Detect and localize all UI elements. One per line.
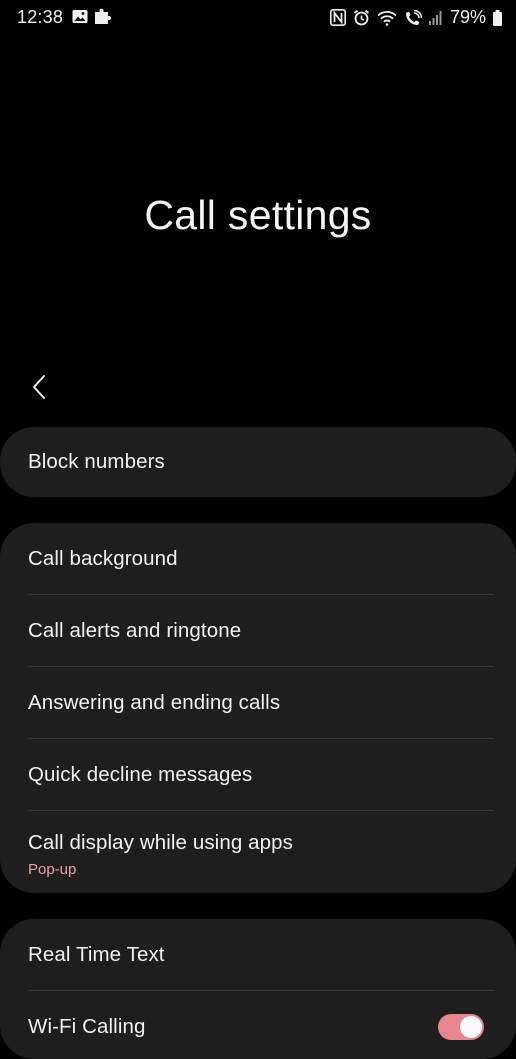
settings-group-extra: Real Time Text Wi-Fi Calling [0, 919, 516, 1059]
status-left-icons [72, 7, 111, 25]
status-bar: 12:38 79% [0, 0, 516, 34]
status-right-icons: 79% [329, 7, 502, 28]
setting-item-real-time-text[interactable]: Real Time Text [0, 919, 516, 990]
page-title: Call settings [144, 192, 372, 238]
setting-item-label: Quick decline messages [28, 762, 253, 786]
battery-icon [493, 9, 502, 26]
setting-item-call-background[interactable]: Call background [0, 523, 516, 594]
wifi-calling-toggle[interactable] [438, 1013, 484, 1040]
setting-item-call-display[interactable]: Call display while using apps Pop-up [0, 811, 516, 893]
setting-item-call-alerts[interactable]: Call alerts and ringtone [0, 595, 516, 666]
nfc-icon [329, 9, 346, 26]
status-time: 12:38 [17, 7, 64, 27]
puzzle-icon [94, 7, 111, 25]
settings-group-call: Call background Call alerts and ringtone… [0, 523, 516, 893]
setting-item-label: Call display while using apps [28, 830, 293, 854]
setting-item-label: Call background [28, 546, 178, 570]
setting-item-label: Block numbers [28, 450, 165, 473]
setting-item-label: Real Time Text [28, 942, 165, 966]
toggle-knob [460, 1015, 482, 1038]
setting-item-quick-decline[interactable]: Quick decline messages [0, 739, 516, 810]
chevron-left-icon [31, 373, 47, 401]
setting-item-block-numbers[interactable]: Block numbers [0, 427, 516, 497]
alarm-icon [353, 9, 370, 26]
gallery-icon [72, 9, 88, 24]
setting-item-label: Answering and ending calls [28, 690, 281, 714]
wifi-icon [377, 10, 397, 26]
battery-percent: 79% [449, 7, 486, 27]
setting-item-wifi-calling[interactable]: Wi-Fi Calling [0, 991, 516, 1059]
setting-item-answering-ending[interactable]: Answering and ending calls [0, 667, 516, 738]
setting-item-label: Call alerts and ringtone [28, 618, 242, 642]
back-button[interactable] [22, 368, 56, 406]
setting-item-subtitle: Pop-up [28, 860, 77, 878]
settings-group-block: Block numbers [0, 427, 516, 497]
signal-icon [428, 10, 443, 25]
wifi-calling-icon [404, 9, 422, 26]
